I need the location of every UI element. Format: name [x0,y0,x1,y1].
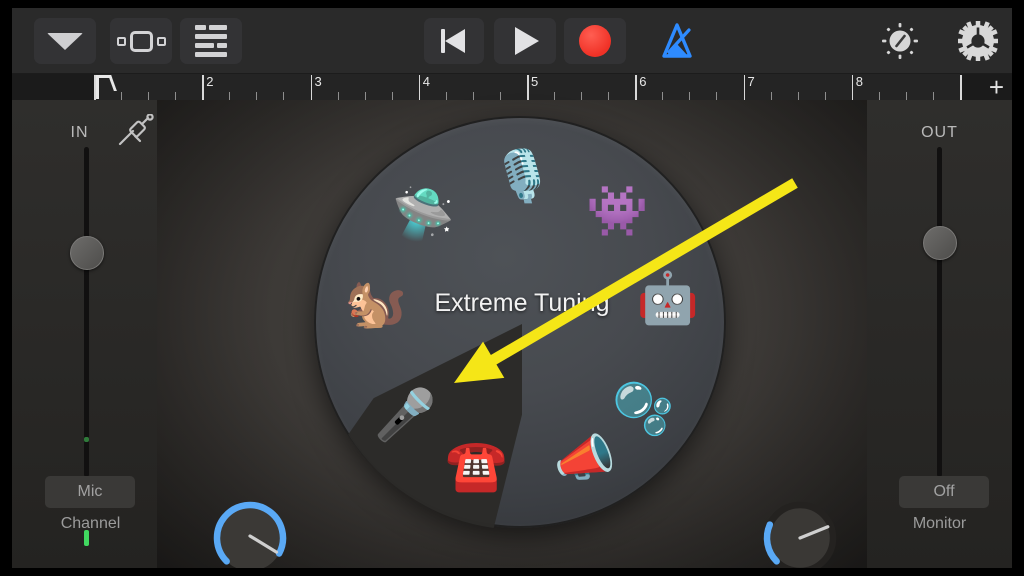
preset-telephone-icon[interactable]: ☎️ [445,434,507,496]
ruler-beat-tick [472,92,474,100]
letterbox-right [1012,0,1024,576]
ruler-beat-tick [121,92,123,100]
record-button[interactable] [564,18,626,64]
toolbar [12,8,1012,74]
play-icon [515,27,539,55]
preset-ufo-icon[interactable]: 🛸 [392,183,454,245]
ruler-beat-tick [175,92,177,100]
ruler-beat-tick [878,92,880,100]
input-channel-sublabel: Channel [60,515,121,532]
ruler-bar-number: 2 [206,74,214,89]
input-fader-track[interactable] [84,147,89,477]
letterbox-left [0,0,12,576]
ruler-bar-tick [635,75,637,100]
ruler-beat-tick [770,92,772,100]
chevron-down-icon [47,32,83,50]
settings-button[interactable] [950,18,1006,64]
output-fader-track[interactable] [937,147,942,477]
letterbox-bottom [0,568,1024,576]
ruler-beat-tick [256,92,258,100]
rewind-button[interactable] [424,18,484,64]
ruler-beat-tick [824,92,826,100]
ruler-bar-number: 3 [314,74,322,89]
ruler-beat-tick [797,92,799,100]
ruler-bar-tick [418,75,421,100]
ruler-beat-tick [499,92,501,100]
ruler-bar-tick [310,75,312,100]
preset-bubbles-icon[interactable]: 🫧 [612,378,674,440]
record-icon [579,25,611,57]
ruler-bar-tick [743,75,745,100]
input-channel-button[interactable]: Mic [45,476,135,508]
ruler-beat-tick [608,92,610,100]
ruler-beat-tick [445,92,447,100]
cycle-loop-icon [116,30,166,52]
preset-megaphone-icon[interactable]: 📣 [554,427,616,489]
ruler-bar-tick [851,75,854,100]
ruler-beat-tick [148,92,150,100]
preset-chipmunk-icon[interactable]: 🐿️ [344,272,406,334]
ruler-beat-tick [581,92,583,100]
track-view-button[interactable] [180,18,242,64]
tuner-button[interactable] [872,18,928,64]
metronome-button[interactable] [648,18,706,64]
pitch-knob-dial [213,501,287,571]
output-label: OUT [921,124,958,141]
monitor-toggle-button[interactable]: Off [899,476,989,508]
audio-jack-icon[interactable] [116,114,156,148]
ruler-bar-tick [527,75,529,100]
input-fader-knob[interactable] [70,236,104,270]
add-section-button[interactable]: + [989,74,1004,100]
gear-icon [958,21,998,61]
rewind-icon [441,28,467,54]
ruler-beat-tick [932,92,934,100]
preset-gold-microphone-icon[interactable]: 🎤 [374,384,436,446]
preset-robot-icon[interactable]: 🤖 [637,267,699,329]
app-root: 2 3 4 5 6 7 8 + IN Mic Channel OUT Off Monitor… [0,0,1024,576]
track-view-icon [195,24,227,58]
ruler-beat-tick [229,92,231,100]
playhead-marker[interactable] [96,75,109,99]
main-stage: IN Mic Channel OUT Off Monitor Extreme T… [12,100,1012,575]
ruler-bar-number: 4 [422,74,430,89]
output-fader-knob[interactable] [923,226,957,260]
input-meter-low [84,437,89,442]
ruler-beat-tick [905,92,907,100]
metronome-icon [662,23,692,58]
chevron-down-button[interactable] [34,18,96,64]
output-channel-panel: OUT Off Monitor [867,100,1012,568]
play-button[interactable] [494,18,556,64]
input-channel-panel: IN Mic Channel [12,100,157,568]
space-knob[interactable] [754,492,846,576]
ruler-beat-tick [391,92,393,100]
preset-studio-microphone-icon[interactable]: 🎙️ [491,145,553,207]
tuner-knob-icon [882,23,918,59]
ruler-ticks: 2 3 4 5 6 7 8 [94,74,962,100]
space-knob-dial [763,501,837,575]
ruler-beat-tick [716,92,718,100]
ruler-bar-number: 7 [747,74,755,89]
ruler-bar-tick [202,75,204,100]
ruler-bar-number: 6 [639,74,647,89]
pitch-control-knob[interactable] [204,492,296,576]
ruler-bar-number: 5 [531,74,539,89]
effects-dial[interactable]: Extreme Tuning 🎙️ 👾 🤖 🫧 📣 ☎️ 🎤 🐿️ 🛸 [314,116,726,530]
ruler-beat-tick [364,92,366,100]
timeline-ruler[interactable]: 2 3 4 5 6 7 8 + [12,74,1012,100]
ruler-bar-number: 8 [855,74,863,89]
cycle-loop-button[interactable] [110,18,172,64]
ruler-beat-tick [662,92,664,100]
monitor-sublabel: Monitor [912,515,967,532]
ruler-beat-tick [689,92,691,100]
ruler-bar-tick [960,75,962,100]
preset-monster-icon[interactable]: 👾 [586,180,648,242]
ruler-beat-tick [554,92,556,100]
letterbox-top [0,0,1024,8]
ruler-beat-tick [283,92,285,100]
ruler-beat-tick [337,92,339,100]
